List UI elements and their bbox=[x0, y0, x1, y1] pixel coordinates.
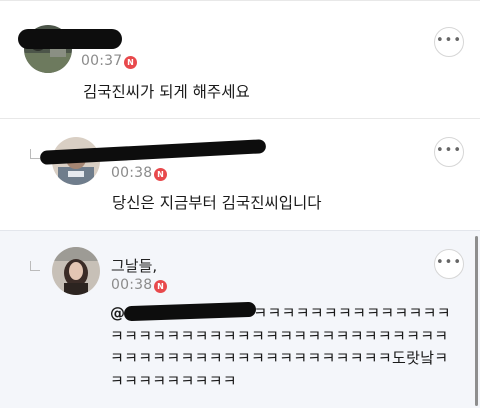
more-options-button[interactable]: ••• bbox=[434, 249, 464, 279]
more-options-button[interactable]: ••• bbox=[434, 27, 464, 57]
comment-text: 김국진씨가 되게 해주세요 bbox=[83, 83, 250, 101]
comment-time: 00:37 bbox=[81, 53, 123, 69]
scrollbar[interactable] bbox=[475, 236, 478, 406]
new-badge: N bbox=[154, 280, 167, 293]
comment-item: 00:38 N 당신은 지금부터 김국진씨입니다 ••• bbox=[0, 118, 480, 230]
comment-time: 00:38 bbox=[111, 165, 153, 181]
author-name[interactable]: 그날들, bbox=[111, 255, 157, 276]
more-horizontal-icon: ••• bbox=[435, 33, 462, 48]
more-horizontal-icon: ••• bbox=[435, 255, 462, 270]
avatar[interactable] bbox=[52, 247, 100, 295]
comment-item: 00:37 N 김국진씨가 되게 해주세요 ••• bbox=[0, 0, 480, 118]
new-badge: N bbox=[154, 168, 167, 181]
reply-indent-icon bbox=[30, 261, 40, 271]
new-badge: N bbox=[124, 56, 137, 69]
more-horizontal-icon: ••• bbox=[435, 143, 462, 158]
comment-time: 00:38 bbox=[111, 277, 153, 293]
reply-indent-icon bbox=[30, 149, 40, 159]
author-name-redacted bbox=[18, 29, 122, 49]
comment-text: 당신은 지금부터 김국진씨입니다 bbox=[112, 194, 322, 212]
more-options-button[interactable]: ••• bbox=[434, 137, 464, 167]
